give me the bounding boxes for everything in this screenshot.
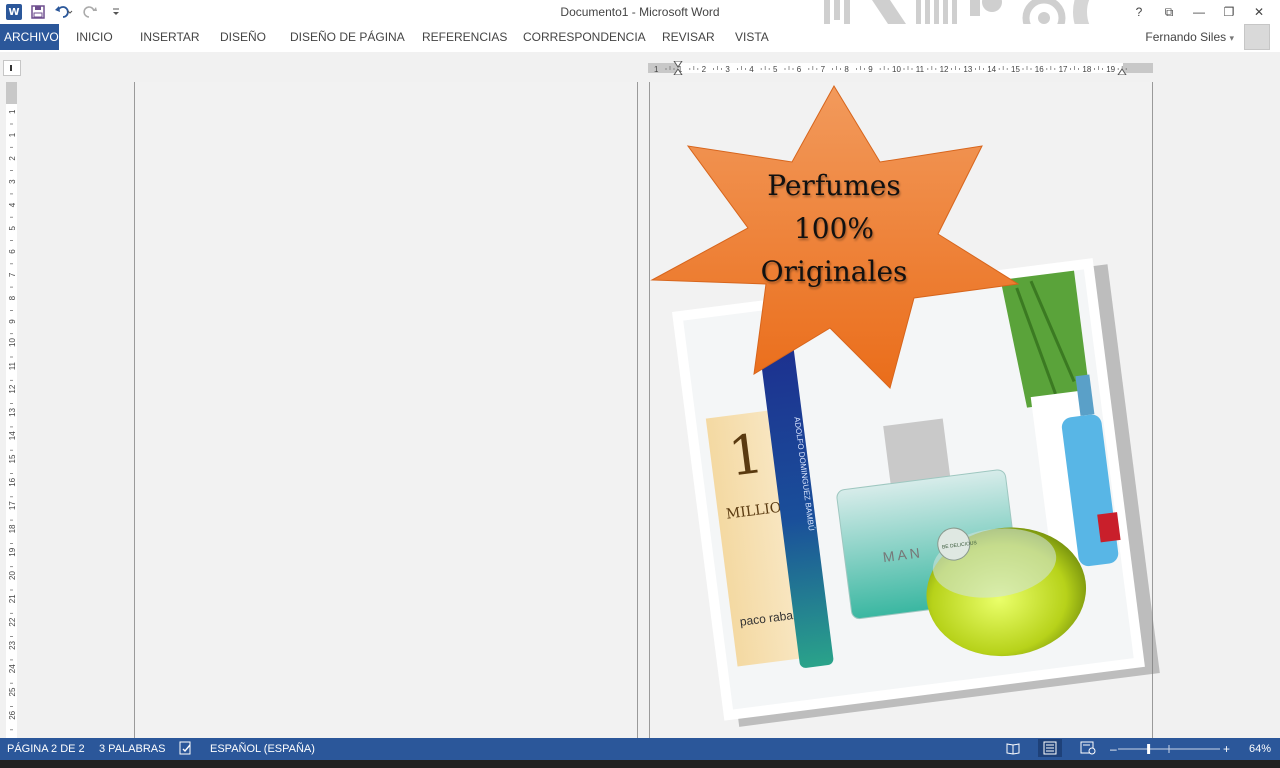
ruler-label: 21: [8, 594, 17, 603]
ruler-label: 5: [773, 65, 778, 74]
ruler-label: 20: [8, 571, 17, 580]
language-indicator[interactable]: ESPAÑOL (ESPAÑA): [210, 743, 315, 755]
proofing-icon[interactable]: [179, 741, 193, 758]
ruler-label: 6: [8, 249, 17, 254]
ruler-label: 19: [1106, 65, 1115, 74]
tab-revisar[interactable]: REVISAR: [658, 24, 719, 50]
tab-vista[interactable]: VISTA: [731, 24, 773, 50]
status-bar: PÁGINA 2 DE 2 3 PALABRAS ESPAÑOL (ESPAÑA…: [0, 738, 1280, 760]
zoom-in-button[interactable]: +: [1223, 742, 1230, 756]
horizontal-ruler[interactable]: 1 1 2 3 4 5 6 7 8 9 10 11 12 13 14 15 16 17 18 19: [648, 61, 1153, 75]
ruler-label: 7: [8, 272, 17, 277]
tab-stop-icon: [10, 65, 12, 71]
tab-archivo[interactable]: ARCHIVO: [0, 24, 59, 50]
ruler-label: 18: [8, 524, 17, 533]
zoom-slider[interactable]: – +: [1110, 742, 1232, 756]
page-1[interactable]: [134, 82, 638, 738]
ruler-label: 9: [868, 65, 873, 74]
ruler-label: 6: [797, 65, 802, 74]
ruler-label: 16: [8, 477, 17, 486]
ruler-label: 4: [8, 202, 17, 207]
ruler-label: 11: [916, 65, 925, 74]
tab-referencias[interactable]: REFERENCIAS: [418, 24, 511, 50]
window-controls: ? ⧉ — ❐ ✕: [1124, 2, 1274, 22]
ruler-label: 25: [8, 687, 17, 696]
star-line-1: Perfumes: [767, 169, 901, 202]
tab-diseno-de-pagina[interactable]: DISEÑO DE PÁGINA: [286, 24, 409, 50]
ruler-label: 7: [821, 65, 826, 74]
taskbar-strip: [0, 760, 1280, 768]
ruler-label: 22: [8, 617, 17, 626]
ruler-label: 15: [8, 454, 17, 463]
tab-correspondencia[interactable]: CORRESPONDENCIA: [519, 24, 650, 50]
vertical-ruler[interactable]: 1123456789101112131415161718192021222324…: [6, 82, 17, 738]
title-bar: W Documento1 - Microsoft Word ? ⧉ — ❐ ✕: [0, 0, 1280, 48]
zoom-thumb[interactable]: [1147, 744, 1151, 754]
ruler-label: 12: [940, 65, 949, 74]
tab-inicio[interactable]: INICIO: [72, 24, 117, 50]
help-button[interactable]: ?: [1124, 2, 1154, 22]
star-line-3: Originales: [760, 255, 908, 288]
ruler-label: 17: [1059, 65, 1068, 74]
avatar[interactable]: [1244, 24, 1270, 50]
ruler-label: 13: [963, 65, 972, 74]
minimize-button[interactable]: —: [1184, 2, 1214, 22]
ruler-label: 17: [8, 501, 17, 510]
ruler-label: 11: [8, 361, 17, 370]
ruler-label: 1: [8, 109, 17, 114]
ruler-label: 14: [987, 65, 996, 74]
ruler-label: 8: [844, 65, 849, 74]
star-text: Perfumes 100% Originales: [700, 164, 968, 293]
ruler-label: 1: [654, 65, 659, 74]
restore-button[interactable]: ❐: [1214, 2, 1244, 22]
ruler-label: 10: [8, 338, 17, 347]
zoom-percent[interactable]: 64%: [1249, 743, 1271, 755]
ruler-label: 2: [8, 156, 17, 161]
tab-selector-button[interactable]: [3, 60, 21, 76]
ruler-label: 13: [8, 407, 17, 416]
page-count[interactable]: PÁGINA 2 DE 2: [7, 743, 85, 755]
zoom-out-button[interactable]: –: [1110, 742, 1117, 756]
print-layout-icon[interactable]: [1038, 739, 1062, 757]
ruler-label: 18: [1082, 65, 1091, 74]
ruler-label: 19: [8, 547, 17, 556]
read-mode-icon[interactable]: [1006, 741, 1020, 758]
document-canvas[interactable]: 1 1 2 3 4 5 6 7 8 9 10 11 12 13 14 15 16 17 18 19 112345678…: [0, 52, 1280, 738]
ruler-label: 14: [8, 431, 17, 440]
tab-diseno[interactable]: DISEÑO: [216, 24, 270, 50]
ruler-label: 3: [8, 179, 17, 184]
star-line-2: 100%: [793, 212, 875, 245]
ruler-label: 1: [8, 132, 17, 137]
ribbon-display-button[interactable]: ⧉: [1154, 2, 1184, 22]
ruler-label: 15: [1011, 65, 1020, 74]
web-layout-icon[interactable]: [1080, 741, 1096, 758]
ruler-label: 24: [8, 664, 17, 673]
ruler-label: 3: [725, 65, 730, 74]
ruler-label: 23: [8, 640, 17, 649]
ruler-label: 9: [8, 319, 17, 324]
ruler-label: 10: [892, 65, 901, 74]
ruler-label: 26: [8, 710, 17, 719]
ruler-label: 16: [1035, 65, 1044, 74]
close-button[interactable]: ✕: [1244, 2, 1274, 22]
ribbon-tabs: ARCHIVO INICIO INSERTAR DISEÑO DISEÑO DE…: [0, 24, 1280, 52]
user-name-label: Fernando Siles: [1145, 30, 1227, 44]
tab-insertar[interactable]: INSERTAR: [136, 24, 204, 50]
ruler-label: 4: [749, 65, 754, 74]
ruler-label: 5: [8, 226, 17, 231]
ruler-label: 12: [8, 384, 17, 393]
ruler-label: 2: [702, 65, 707, 74]
word-count[interactable]: 3 PALABRAS: [99, 743, 165, 755]
user-name[interactable]: Fernando Siles ▾: [1145, 30, 1234, 44]
ruler-label: 8: [8, 295, 17, 300]
chevron-down-icon: ▾: [1229, 33, 1234, 43]
